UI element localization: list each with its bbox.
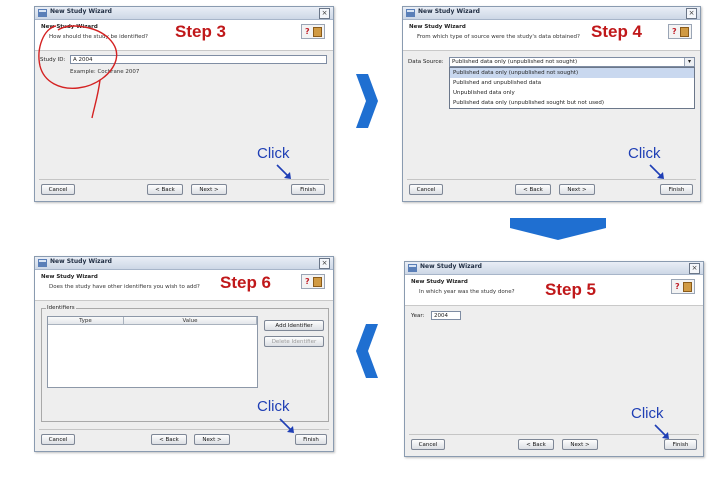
header-question: From which type of source were the study… — [417, 34, 580, 40]
next-button[interactable]: Next > — [194, 434, 230, 445]
delete-identifier-button[interactable]: Delete Identifier — [264, 336, 324, 347]
click-annotation: Click — [257, 145, 290, 162]
close-icon[interactable]: × — [319, 258, 330, 269]
arrow-icon — [649, 164, 664, 179]
wizard-header: New Study Wizard Does the study have oth… — [35, 270, 333, 301]
step-label: Step 5 — [545, 280, 597, 299]
column-header-type[interactable]: Type — [48, 317, 124, 325]
title-bar: New Study Wizard × — [405, 262, 703, 275]
identifiers-table[interactable]: Type Value — [47, 316, 258, 388]
data-source-select[interactable]: Published data only (unpublished not sou… — [449, 57, 695, 67]
arrow-icon — [654, 424, 669, 439]
title-bar: New Study Wizard × — [35, 257, 333, 270]
click-annotation: Click — [257, 398, 290, 415]
close-icon[interactable]: × — [686, 8, 697, 19]
cancel-button[interactable]: Cancel — [411, 439, 445, 450]
cancel-button[interactable]: Cancel — [409, 184, 443, 195]
dropdown-option[interactable]: Published data only (unpublished sought … — [450, 98, 694, 108]
wizard-header: New Study Wizard From which type of sour… — [403, 20, 700, 51]
header-title: New Study Wizard — [411, 279, 468, 285]
flow-arrow-right-icon — [356, 74, 378, 128]
dropdown-option[interactable]: Published data only (unpublished not sou… — [450, 68, 694, 78]
flow-arrow-left-icon — [356, 324, 378, 378]
finish-button[interactable]: Finish — [295, 434, 327, 445]
column-header-value[interactable]: Value — [124, 317, 257, 325]
year-input[interactable]: 2004 — [431, 311, 461, 320]
window-title: New Study Wizard — [420, 263, 482, 270]
add-identifier-button[interactable]: Add Identifier — [264, 320, 324, 331]
data-source-selected: Published data only (unpublished not sou… — [452, 59, 578, 65]
arrow-icon — [276, 164, 291, 179]
title-bar: New Study Wizard × — [403, 7, 700, 20]
chevron-down-icon[interactable]: ▾ — [684, 58, 694, 66]
help-icon[interactable]: ? — [305, 277, 310, 286]
next-button[interactable]: Next > — [559, 184, 595, 195]
help-buttons: ? — [671, 279, 695, 294]
back-button[interactable]: < Back — [518, 439, 554, 450]
next-button[interactable]: Next > — [562, 439, 598, 450]
book-icon[interactable] — [680, 27, 689, 37]
back-button[interactable]: < Back — [151, 434, 187, 445]
data-source-label: Data Source: — [408, 59, 444, 65]
help-icon[interactable]: ? — [672, 27, 677, 36]
book-icon[interactable] — [313, 277, 322, 287]
data-source-options: Published data only (unpublished not sou… — [449, 67, 695, 109]
book-icon[interactable] — [683, 282, 692, 292]
dropdown-option[interactable]: Unpublished data only — [450, 88, 694, 98]
help-buttons: ? — [301, 274, 325, 289]
wizard-app-icon — [406, 9, 415, 17]
wizard-app-icon — [408, 264, 417, 272]
window-title: New Study Wizard — [418, 8, 480, 15]
wizard-app-icon — [38, 259, 47, 267]
close-icon[interactable]: × — [689, 263, 700, 274]
arrow-icon — [279, 418, 294, 433]
back-button[interactable]: < Back — [515, 184, 551, 195]
help-buttons: ? — [668, 24, 692, 39]
cancel-button[interactable]: Cancel — [41, 434, 75, 445]
header-title: New Study Wizard — [41, 274, 98, 280]
step-label: Step 4 — [591, 22, 643, 41]
finish-button[interactable]: Finish — [660, 184, 693, 195]
window-title: New Study Wizard — [50, 258, 112, 265]
flow-arrow-down-icon — [510, 218, 606, 240]
click-annotation: Click — [631, 405, 664, 422]
identifiers-group-title: Identifiers — [46, 305, 76, 311]
help-icon[interactable]: ? — [675, 282, 680, 291]
header-question: In which year was the study done? — [419, 289, 515, 295]
click-annotation: Click — [628, 145, 661, 162]
year-label: Year: — [411, 313, 425, 319]
step-label: Step 6 — [220, 273, 272, 292]
header-title: New Study Wizard — [409, 24, 466, 30]
dropdown-option[interactable]: Published and unpublished data — [450, 78, 694, 88]
header-question: Does the study have other identifiers yo… — [49, 284, 200, 290]
